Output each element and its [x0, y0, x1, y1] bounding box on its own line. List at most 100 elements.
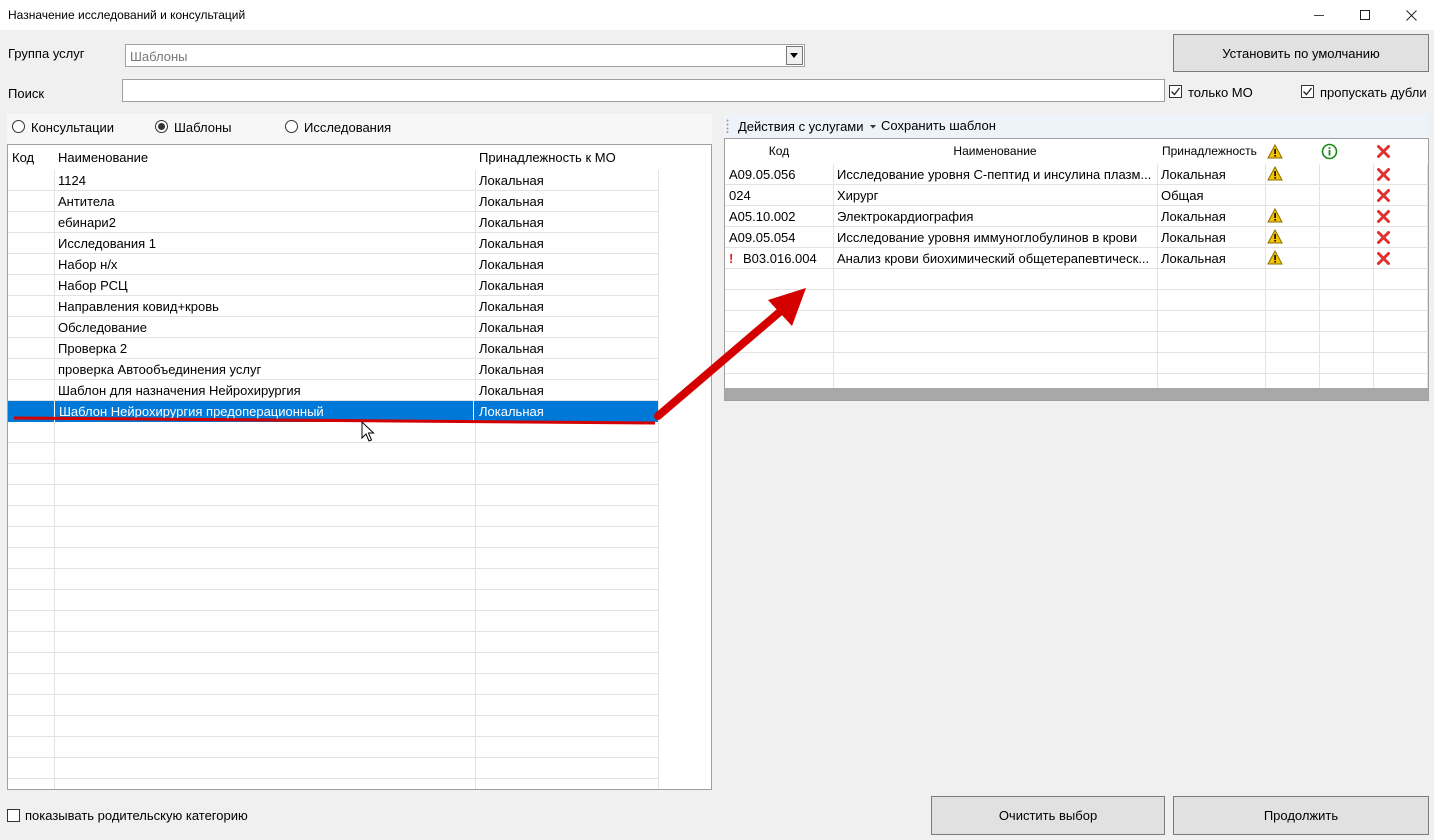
skip-duplicates-label: пропускать дубли: [1320, 85, 1427, 100]
cell-code: [8, 212, 54, 233]
only-mo-checkbox[interactable]: [1169, 85, 1182, 98]
cell-belonging: Локальная: [479, 194, 544, 209]
grid-row-divider: [8, 484, 658, 485]
cell-name: Направления ковид+кровь: [58, 299, 219, 314]
service-group-combo[interactable]: Шаблоны: [125, 44, 805, 67]
grid-row-divider: [725, 310, 1428, 311]
grid-row-divider: [725, 373, 1428, 374]
selected-services-grid[interactable]: Код Наименование Принадлежность A09.05.0…: [724, 138, 1429, 401]
radio-templates[interactable]: [155, 120, 168, 133]
cell-code: [8, 317, 54, 338]
skip-duplicates-checkbox[interactable]: [1301, 85, 1314, 98]
delete-icon[interactable]: [1376, 144, 1391, 162]
cell-belonging: Локальная: [479, 299, 544, 314]
delete-icon[interactable]: [1376, 230, 1391, 248]
column-header-name[interactable]: Наименование: [54, 147, 474, 168]
cell-belonging: Локальная: [1161, 167, 1226, 182]
cell-code: A05.10.002: [729, 209, 796, 224]
grid-row-divider: [725, 289, 1428, 290]
templates-grid[interactable]: Код Наименование Принадлежность к МО 112…: [7, 144, 712, 790]
cell-belonging: Локальная: [479, 173, 544, 188]
grid-row-divider: [8, 715, 658, 716]
cell-name: Шаблон Нейрохирургия предоперационный: [54, 401, 474, 422]
cell-code: [8, 191, 54, 212]
show-parent-category-checkbox[interactable]: [7, 809, 20, 822]
cell-belonging: Локальная: [479, 320, 544, 335]
cell-belonging: Локальная: [1161, 230, 1226, 245]
warning-icon[interactable]: [1267, 207, 1283, 226]
chevron-down-icon[interactable]: [786, 46, 803, 65]
continue-button[interactable]: Продолжить: [1173, 796, 1429, 835]
warning-icon[interactable]: [1267, 249, 1283, 268]
maximize-icon[interactable]: [1342, 0, 1388, 30]
minimize-icon[interactable]: [1296, 0, 1342, 30]
cell-code: [8, 275, 54, 296]
radio-consultations[interactable]: [12, 120, 25, 133]
column-header-code[interactable]: Код: [8, 147, 54, 168]
search-input[interactable]: [122, 79, 1165, 102]
cell-code: 024: [729, 188, 751, 203]
radio-studies-label[interactable]: Исследования: [304, 120, 391, 135]
clear-selection-button[interactable]: Очистить выбор: [931, 796, 1165, 835]
window-title: Назначение исследований и консультаций: [8, 8, 246, 22]
only-mo-label: только МО: [1188, 85, 1253, 100]
grid-row-divider: [8, 757, 658, 758]
save-template-button[interactable]: Сохранить шаблон: [881, 118, 996, 133]
grid-row-divider: [725, 352, 1428, 353]
grid-row-divider: [8, 631, 658, 632]
grid-row-divider: [8, 694, 658, 695]
warning-icon[interactable]: [1267, 143, 1283, 162]
selected-services-header: Код Наименование Принадлежность: [725, 139, 1428, 164]
cell-code: [8, 296, 54, 317]
checkmark-icon: [1303, 87, 1313, 96]
delete-icon[interactable]: [1376, 188, 1391, 206]
column-header-name[interactable]: Наименование: [833, 141, 1157, 162]
grid-row-divider: [8, 589, 658, 590]
cell-belonging: Локальная: [479, 362, 544, 377]
service-actions-menu[interactable]: Действия с услугами: [738, 118, 877, 135]
show-parent-category-label: показывать родительскую категорию: [25, 808, 248, 823]
cell-code: [8, 170, 54, 191]
grid-row-divider: [8, 673, 658, 674]
cell-belonging: Локальная: [479, 341, 544, 356]
warning-icon[interactable]: [1267, 165, 1283, 184]
cell-name: Исследование уровня иммуноглобулинов в к…: [837, 230, 1138, 245]
cell-code: [8, 401, 54, 422]
alert-marker: !: [729, 251, 734, 266]
cell-code: [8, 359, 54, 380]
cell-code: [8, 233, 54, 254]
cell-belonging: Локальная: [479, 278, 544, 293]
cell-code: A09.05.056: [729, 167, 796, 182]
cell-name: Антитела: [58, 194, 115, 209]
grid-row-divider: [8, 610, 658, 611]
set-default-button[interactable]: Установить по умолчанию: [1173, 34, 1429, 72]
horizontal-scrollbar[interactable]: [725, 388, 1428, 400]
radio-studies[interactable]: [285, 120, 298, 133]
close-icon[interactable]: [1388, 0, 1434, 30]
radio-consultations-label[interactable]: Консультации: [31, 120, 114, 135]
delete-icon[interactable]: [1376, 209, 1391, 227]
title-bar: Назначение исследований и консультаций: [0, 0, 1434, 30]
warning-icon[interactable]: [1267, 228, 1283, 247]
info-icon[interactable]: [1321, 143, 1338, 163]
cell-code: [8, 254, 54, 275]
cell-belonging: Локальная: [1161, 209, 1226, 224]
radio-templates-label[interactable]: Шаблоны: [174, 120, 232, 135]
dropdown-arrow-icon: [869, 124, 876, 128]
cell-belonging: Локальная: [479, 383, 544, 398]
column-header-belonging[interactable]: Принадлежность: [1158, 141, 1266, 162]
delete-icon[interactable]: [1376, 251, 1391, 269]
cell-name: Набор РСЦ: [58, 278, 128, 293]
search-label: Поиск: [8, 86, 45, 101]
column-header-belonging[interactable]: Принадлежность к МО: [475, 147, 658, 168]
cell-name: Набор н/х: [58, 257, 118, 272]
service-group-label: Группа услуг: [8, 46, 85, 61]
cell-name: проверка Автообъединения услуг: [58, 362, 262, 377]
column-header-code[interactable]: Код: [725, 141, 833, 162]
grid-row-divider: [8, 463, 658, 464]
cell-name: Проверка 2: [58, 341, 128, 356]
grid-row-divider: [8, 568, 658, 569]
cell-belonging: Локальная: [479, 404, 544, 419]
grid-row-divider: [8, 652, 658, 653]
delete-icon[interactable]: [1376, 167, 1391, 185]
